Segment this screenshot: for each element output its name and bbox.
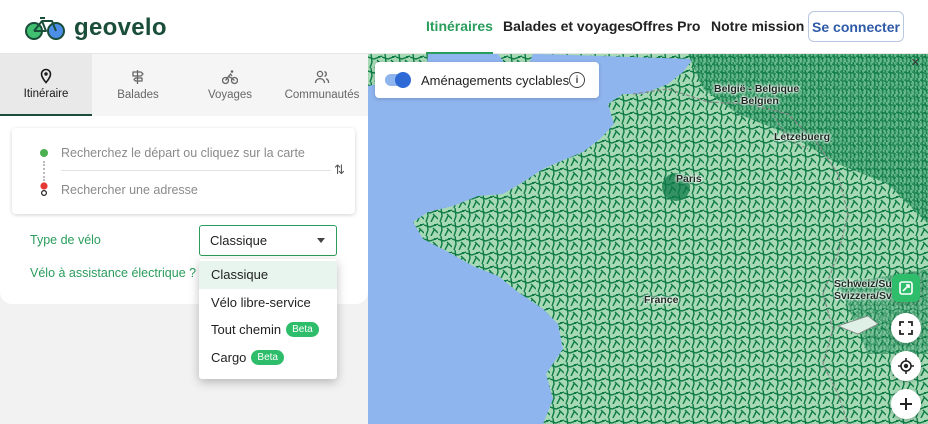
map-background [368, 54, 928, 424]
bike-type-value: Classique [210, 233, 268, 248]
nav-itineraires[interactable]: Itinéraires [426, 0, 493, 54]
panel-tabs: Itinéraire Balades Voyages Communautés [0, 54, 368, 116]
pin-icon [40, 68, 52, 84]
start-field[interactable]: Recherchez le départ ou cliquez sur la c… [12, 135, 332, 171]
top-header: geovelo Itinéraires Balades et voyages O… [0, 0, 928, 54]
option-classique[interactable]: Classique [199, 261, 337, 289]
tab-voyages[interactable]: Voyages [184, 54, 276, 116]
end-input-placeholder: Rechercher une adresse [61, 183, 198, 197]
locate-icon [898, 358, 914, 374]
beta-badge: Beta [251, 349, 284, 365]
people-icon [314, 70, 330, 84]
map-label-luxembourg: Letzebuerg [774, 131, 831, 143]
switch-knob [395, 72, 411, 88]
map-label-suisse: Schweiz/Su Svizzera/Sv [834, 278, 892, 302]
nav-notre-mission[interactable]: Notre mission [711, 0, 804, 54]
tab-label: Voyages [207, 89, 253, 101]
login-button[interactable]: Se connecter [808, 11, 904, 42]
tab-label: Balades [117, 89, 159, 101]
tab-communautes[interactable]: Communautés [276, 54, 368, 116]
destination-pin-icon [40, 182, 48, 196]
fullscreen-button[interactable] [891, 313, 921, 343]
plus-icon [900, 398, 912, 410]
bike-logo-icon [25, 17, 65, 40]
fullscreen-icon [899, 321, 913, 335]
tab-label: Itinéraire [23, 88, 69, 100]
field-divider [61, 170, 331, 171]
report-button[interactable] [892, 274, 920, 302]
layer-toggle-label: Aménagements cyclables [421, 72, 570, 88]
locate-button[interactable] [891, 351, 921, 381]
option-label: Tout chemin [211, 322, 282, 338]
start-dot-icon [40, 149, 48, 157]
info-icon[interactable]: i [569, 72, 585, 88]
electric-assist-link[interactable]: Vélo à assistance électrique ? [30, 266, 196, 280]
caret-down-icon [317, 238, 325, 243]
nav-balades-voyages[interactable]: Balades et voyages [503, 0, 633, 54]
map-view[interactable]: ✕ Aménagements cyclables i België - Belg… [368, 54, 928, 424]
start-input-placeholder: Recherchez le départ ou cliquez sur la c… [61, 146, 305, 160]
map-label-france: France [644, 294, 679, 306]
layer-switch[interactable] [385, 72, 411, 88]
report-icon [899, 281, 913, 295]
brand-name: geovelo [74, 14, 167, 41]
tab-balades[interactable]: Balades [92, 54, 184, 116]
map-label-paris: Paris [676, 173, 702, 185]
option-label: Vélo libre-service [211, 294, 311, 310]
map-label-belgique: België - Belgique - Belgien [714, 83, 800, 107]
signpost-icon [132, 70, 144, 84]
swap-icon[interactable]: ⇅ [334, 162, 345, 178]
option-label: Classique [211, 267, 269, 283]
option-velo-libre-service[interactable]: Vélo libre-service [199, 289, 337, 317]
route-form: Recherchez le départ ou cliquez sur la c… [12, 128, 355, 214]
option-label: Cargo [211, 349, 247, 365]
bike-type-menu: Classique Vélo libre-service Tout chemin… [199, 259, 337, 379]
logo[interactable]: geovelo [24, 14, 167, 42]
bike-lanes-layer-toggle[interactable]: Aménagements cyclables i [375, 62, 599, 98]
close-icon[interactable]: ✕ [911, 56, 920, 69]
tab-itineraire[interactable]: Itinéraire [0, 54, 92, 116]
option-tout-chemin[interactable]: Tout chemin Beta [199, 316, 337, 344]
bike-type-select[interactable]: Classique [199, 225, 337, 256]
tab-label: Communautés [284, 89, 360, 101]
cyclist-icon [222, 70, 238, 85]
beta-badge: Beta [286, 322, 319, 338]
end-field[interactable]: Rechercher une adresse [12, 172, 332, 208]
zoom-in-button[interactable] [891, 389, 921, 419]
nav-offres-pro[interactable]: Offres Pro [632, 0, 700, 54]
bike-type-label: Type de vélo [30, 233, 101, 247]
option-cargo[interactable]: Cargo Beta [199, 344, 337, 372]
